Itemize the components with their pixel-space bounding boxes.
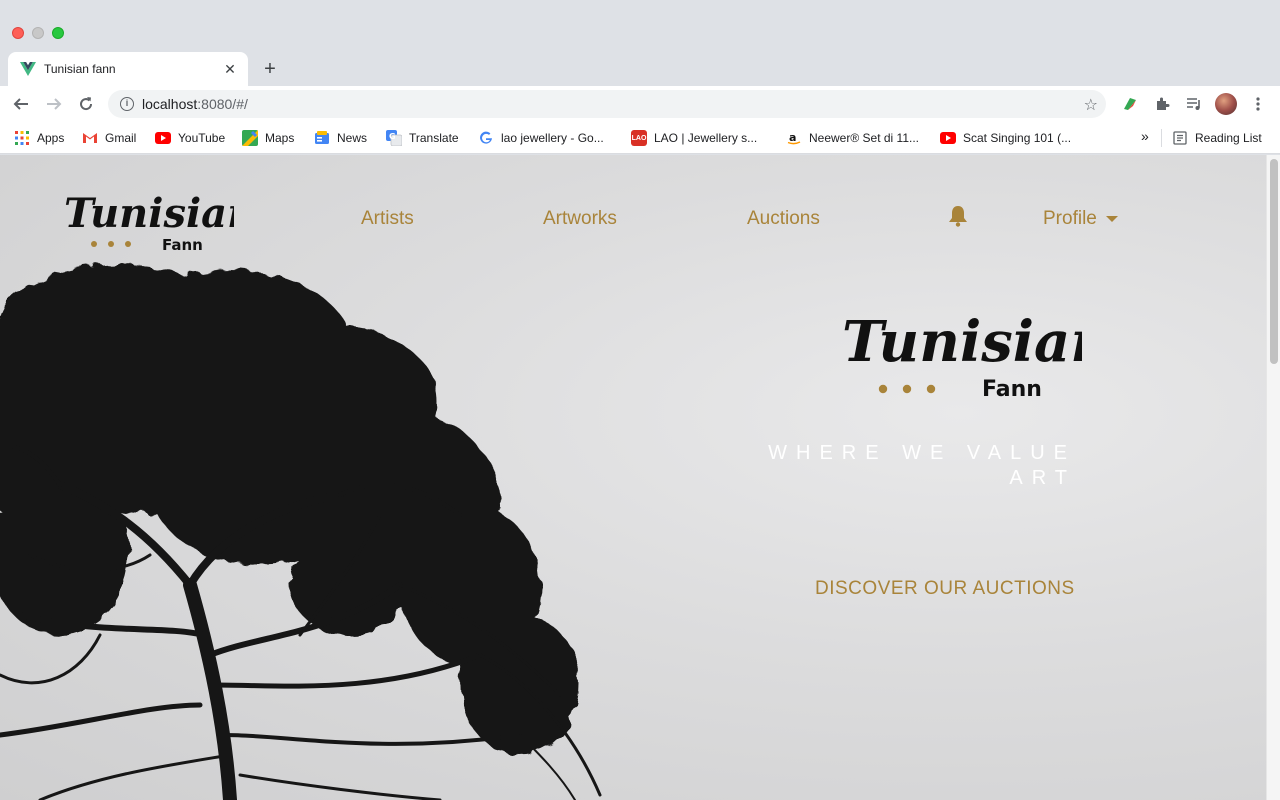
google-icon — [478, 130, 494, 146]
extension-colorful-icon[interactable] — [1120, 94, 1140, 114]
bookmark-label: Maps — [265, 131, 295, 145]
media-queue-icon[interactable] — [1184, 94, 1204, 114]
maps-icon — [242, 130, 258, 146]
amazon-icon: a — [786, 130, 802, 146]
bookmarks-divider — [1161, 129, 1162, 147]
bookmark-label: Scat Singing 101 (... — [963, 131, 1072, 145]
logo-wordmark: Tunisian — [64, 190, 234, 237]
profile-dropdown[interactable]: Profile — [1043, 208, 1118, 230]
translate-icon: G — [386, 130, 402, 146]
browser-toolbar: i localhost:8080/#/ ☆ — [0, 86, 1280, 122]
nav-auctions[interactable]: Auctions — [747, 208, 820, 230]
lao-icon: LAO — [631, 130, 647, 146]
bookmark-scat-singing[interactable]: Scat Singing 101 (... — [940, 130, 1071, 146]
bookmark-apps[interactable]: Apps — [14, 130, 64, 146]
site-info-icon[interactable]: i — [120, 97, 134, 111]
tagline-line-2: ART — [1009, 467, 1076, 489]
youtube-icon — [940, 130, 956, 146]
gmail-icon — [82, 130, 98, 146]
minimize-window-button[interactable] — [32, 27, 44, 39]
tagline-line-1: WHERE WE VALUE — [768, 442, 1076, 464]
apps-grid-icon — [14, 130, 30, 146]
bookmark-lao-jewellery[interactable]: LAO LAO | Jewellery s... — [631, 130, 757, 146]
new-tab-button[interactable]: + — [258, 58, 282, 82]
bookmark-label: Apps — [37, 131, 65, 145]
hero-logo-subword: Fann — [982, 377, 1042, 401]
tree-silhouette-image — [0, 265, 602, 800]
news-icon — [314, 130, 330, 146]
chevron-down-icon — [1105, 216, 1118, 222]
bookmark-youtube[interactable]: YouTube — [155, 130, 225, 146]
bookmark-neewer[interactable]: a Neewer® Set di 11... — [786, 130, 919, 146]
reading-list-icon — [1172, 130, 1188, 146]
bookmark-label: Neewer® Set di 11... — [809, 131, 920, 145]
tab-strip: Tunisian fann ✕ + — [0, 44, 1280, 86]
nav-artworks[interactable]: Artworks — [543, 208, 617, 230]
bookmark-label: Translate — [409, 131, 459, 145]
scrollbar-thumb[interactable] — [1270, 159, 1278, 364]
reload-icon[interactable] — [75, 93, 97, 115]
maximize-window-button[interactable] — [52, 27, 64, 39]
bookmark-star-icon[interactable]: ☆ — [1084, 95, 1098, 115]
logo-subword: Fann — [162, 236, 203, 254]
discover-auctions-button[interactable]: DISCOVER OUR AUCTIONS — [815, 578, 1075, 600]
svg-text:a: a — [789, 131, 796, 144]
notification-bell-icon[interactable] — [948, 205, 968, 232]
forward-arrow-icon[interactable] — [43, 93, 65, 115]
bookmark-label: YouTube — [178, 131, 226, 145]
profile-label: Profile — [1043, 208, 1097, 229]
bookmark-maps[interactable]: Maps — [242, 130, 294, 146]
extensions-puzzle-icon[interactable] — [1152, 94, 1172, 114]
bookmark-lao-jewellery-google[interactable]: lao jewellery - Go... — [478, 130, 604, 146]
close-window-button[interactable] — [12, 27, 24, 39]
bookmark-label: News — [337, 131, 368, 145]
bookmark-gmail[interactable]: Gmail — [82, 130, 136, 146]
bookmark-label: lao jewellery - Go... — [501, 131, 604, 145]
address-bar[interactable]: i localhost:8080/#/ ☆ — [108, 90, 1106, 118]
profile-avatar[interactable] — [1215, 93, 1237, 115]
tab-title: Tunisian fann — [44, 62, 116, 76]
site-logo[interactable]: Tunisian Fann — [64, 185, 234, 255]
bookmark-label: Gmail — [105, 131, 137, 145]
bookmark-label: LAO | Jewellery s... — [654, 131, 758, 145]
hero-logo: Tunisian Fann — [842, 309, 1082, 401]
url-host: localhost — [142, 96, 198, 112]
page-scrollbar[interactable] — [1266, 155, 1280, 800]
reading-list-label: Reading List — [1195, 131, 1262, 145]
back-arrow-icon[interactable] — [10, 93, 32, 115]
more-bookmarks-button[interactable]: » — [1141, 128, 1149, 144]
close-tab-icon[interactable]: ✕ — [222, 61, 238, 78]
browser-tab[interactable]: Tunisian fann ✕ — [8, 52, 248, 86]
browser-menu-icon[interactable] — [1248, 94, 1268, 114]
bookmark-translate[interactable]: G Translate — [386, 130, 459, 146]
hero-tagline: WHERE WE VALUE ART — [716, 441, 1076, 491]
hero-logo-wordmark: Tunisian — [842, 309, 1082, 375]
reading-list-button[interactable]: Reading List — [1172, 130, 1262, 146]
svg-text:G: G — [389, 132, 396, 141]
page-viewport: Tunisian Fann Artists Artworks Auctions … — [0, 155, 1280, 800]
youtube-icon — [155, 130, 171, 146]
vue-logo-icon — [20, 61, 36, 77]
bookmarks-bar: Apps Gmail YouTube Maps News G Translate — [0, 122, 1280, 154]
url-path: :8080/#/ — [197, 96, 248, 112]
window-titlebar — [0, 0, 1280, 44]
bookmark-news[interactable]: News — [314, 130, 367, 146]
nav-artists[interactable]: Artists — [361, 208, 414, 230]
